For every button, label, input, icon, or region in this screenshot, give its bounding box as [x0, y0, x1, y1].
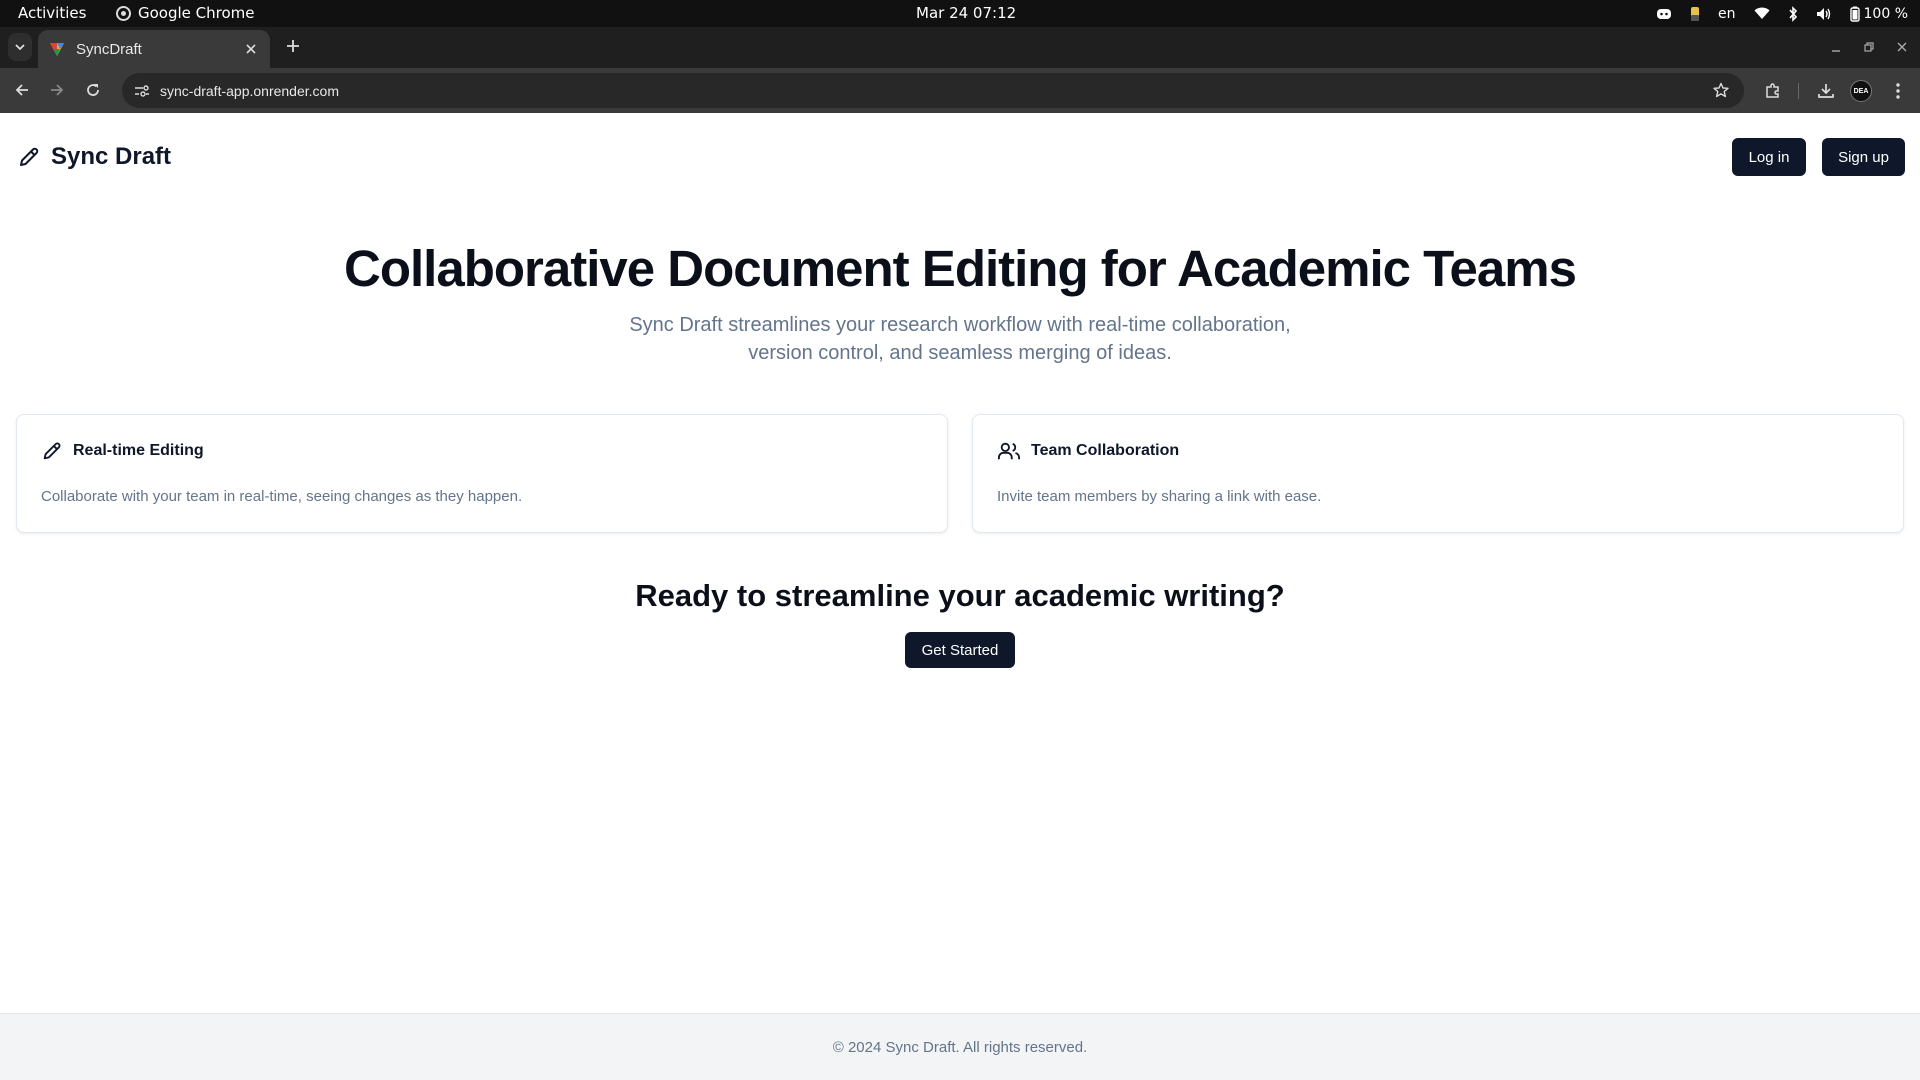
tab-search-button[interactable]	[8, 33, 32, 61]
close-tab-icon[interactable]	[242, 40, 260, 58]
feature-card-header: Team Collaboration	[997, 440, 1179, 462]
footer-copyright: © 2024 Sync Draft. All rights reserved.	[832, 1038, 1088, 1056]
minimize-window-button[interactable]	[1827, 38, 1845, 56]
download-icon	[1818, 84, 1834, 98]
login-button[interactable]: Log in	[1732, 138, 1806, 176]
toolbar-divider	[1798, 83, 1799, 99]
notification-app-icon[interactable]	[1690, 6, 1700, 22]
page-content: Sync Draft Log in Sign up Collaborative …	[0, 113, 1920, 1080]
pencil-icon	[20, 147, 39, 166]
activities-button[interactable]: Activities	[18, 4, 86, 22]
reload-icon	[87, 84, 99, 96]
chrome-icon	[116, 5, 131, 21]
feature-card-team-collaboration: Team Collaboration Invite team members b…	[972, 414, 1904, 533]
battery-indicator[interactable]: 100 %	[1849, 5, 1908, 22]
language-indicator[interactable]: en	[1718, 6, 1736, 22]
feature-card-header: Real-time Editing	[41, 440, 204, 462]
arrow-left-icon	[15, 84, 28, 96]
close-window-button[interactable]	[1893, 38, 1911, 56]
back-button[interactable]	[10, 78, 34, 102]
browser-tab-strip: SyncDraft	[0, 27, 1920, 68]
system-top-bar: Activities Google Chrome Mar 24 07:12 en…	[0, 0, 1920, 27]
feature-card-description: Collaborate with your team in real-time,…	[41, 488, 523, 505]
bluetooth-icon[interactable]	[1788, 5, 1798, 22]
feature-card-title: Real-time Editing	[73, 442, 204, 459]
forward-button[interactable]	[45, 78, 69, 102]
url-text[interactable]: sync-draft-app.onrender.com	[160, 83, 339, 99]
cta-title: Ready to streamline your academic writin…	[635, 578, 1285, 613]
minimize-icon	[1832, 50, 1840, 52]
bookmark-star-icon[interactable]	[1710, 79, 1732, 101]
volume-icon[interactable]	[1816, 7, 1832, 21]
close-icon	[1897, 42, 1907, 52]
restore-window-button[interactable]	[1860, 38, 1878, 56]
discord-icon[interactable]	[1656, 7, 1672, 21]
users-icon	[998, 442, 1020, 460]
battery-percent: 100 %	[1863, 5, 1908, 22]
signup-button[interactable]: Sign up	[1822, 138, 1905, 176]
arrow-right-icon	[51, 84, 64, 96]
feature-card-description: Invite team members by sharing a link wi…	[997, 488, 1322, 505]
get-started-button[interactable]: Get Started	[905, 632, 1015, 668]
browser-tab-active[interactable]: SyncDraft	[38, 30, 270, 68]
brand-name: Sync Draft	[51, 143, 172, 170]
battery-icon	[1849, 6, 1860, 22]
profile-button[interactable]: DEA	[1849, 79, 1873, 103]
chevron-down-icon	[15, 44, 25, 51]
address-bar[interactable]: sync-draft-app.onrender.com	[122, 73, 1744, 108]
feature-card-realtime-editing: Real-time Editing Collaborate with your …	[16, 414, 948, 533]
clock[interactable]: Mar 24 07:12	[916, 4, 1016, 22]
downloads-button[interactable]	[1814, 79, 1838, 103]
system-tray[interactable]: en 100 %	[1656, 0, 1908, 27]
wifi-icon[interactable]	[1754, 7, 1770, 20]
profile-avatar: DEA	[1850, 80, 1872, 102]
site-info-icon[interactable]	[130, 79, 154, 103]
app-menu-label: Google Chrome	[138, 4, 255, 22]
plus-icon	[287, 40, 299, 52]
new-tab-button[interactable]	[282, 35, 304, 57]
restore-icon	[1864, 42, 1874, 52]
hero-title: Collaborative Document Editing for Acade…	[344, 240, 1577, 297]
pencil-icon	[43, 442, 61, 460]
kebab-menu-icon	[1896, 83, 1900, 99]
reload-button[interactable]	[81, 78, 105, 102]
tab-title: SyncDraft	[76, 40, 142, 58]
syncdraft-favicon-icon	[50, 43, 64, 56]
site-brand[interactable]: Sync Draft	[17, 143, 171, 171]
app-menu[interactable]: Google Chrome	[116, 4, 255, 22]
hero-subtitle: Sync Draft streamlines your research wor…	[629, 314, 1291, 364]
feature-card-title: Team Collaboration	[1031, 442, 1180, 459]
extensions-button[interactable]	[1761, 79, 1785, 103]
browser-toolbar: sync-draft-app.onrender.com DEA	[0, 68, 1920, 113]
chrome-menu-button[interactable]	[1886, 79, 1910, 103]
puzzle-icon	[1766, 83, 1779, 98]
site-footer: © 2024 Sync Draft. All rights reserved.	[0, 1013, 1920, 1080]
